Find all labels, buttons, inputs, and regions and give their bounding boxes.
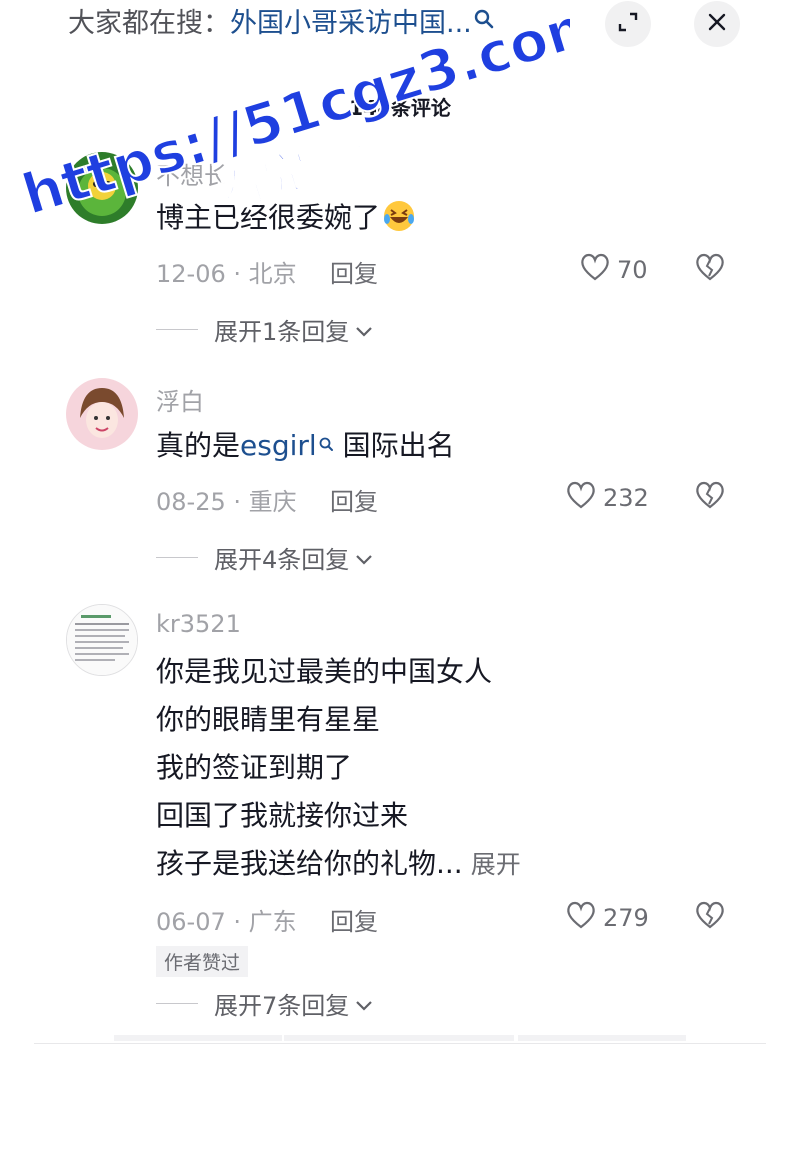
divider <box>156 557 198 558</box>
reply-button[interactable]: 回复 <box>330 902 378 937</box>
like-button[interactable]: 70 <box>579 252 648 288</box>
bottom-tab-hint <box>284 1035 514 1041</box>
comment-line-text: 孩子是我送给你的礼物... <box>156 847 463 880</box>
expand-replies-label: 展开1条回复 <box>214 318 350 346</box>
comment-line: 真的是esgirl 国际出名 <box>156 422 455 470</box>
comment-text-before: 真的是 <box>156 429 241 462</box>
username[interactable]: 不想长 <box>156 156 228 191</box>
comment-line: 你的眼睛里有星星 <box>156 703 381 736</box>
dislike-button[interactable] <box>694 900 726 934</box>
username[interactable]: 浮白 <box>156 382 204 417</box>
divider <box>156 1003 198 1004</box>
comment-line: 博主已经很委婉了 <box>156 194 416 248</box>
laughing-crying-emoji-icon <box>382 199 416 248</box>
date-location: 12-06 · 北京 <box>156 260 297 288</box>
comment-line-text: 博主已经很委婉了 <box>156 201 381 234</box>
close-icon <box>707 12 727 36</box>
dislike-button[interactable] <box>694 480 726 514</box>
like-count: 279 <box>603 904 649 932</box>
comment-count: 148条评论 <box>349 96 451 120</box>
search-icon <box>474 6 494 42</box>
date-location: 08-25 · 重庆 <box>156 488 297 516</box>
top-bar: 大家都在搜：外国小哥采访中国... <box>34 0 766 48</box>
like-button[interactable]: 232 <box>565 480 649 516</box>
expand-replies-button[interactable]: 展开1条回复 <box>156 312 373 347</box>
like-button[interactable]: 279 <box>565 900 649 936</box>
comment-line: 我的签证到期了 <box>156 751 353 784</box>
search-suggestion[interactable]: 大家都在搜：外国小哥采访中国... <box>68 6 494 42</box>
expand-replies-button[interactable]: 展开4条回复 <box>156 540 373 575</box>
expand-button[interactable] <box>605 1 651 47</box>
comments-panel: 大家都在搜：外国小哥采访中国... 148条评论 不想长 博主已经很委婉了 12… <box>34 0 766 1044</box>
author-liked-badge: 作者赞过 <box>156 946 249 977</box>
comment-text-after: 国际出名 <box>333 429 455 462</box>
close-button[interactable] <box>694 1 740 47</box>
like-count: 232 <box>603 484 649 512</box>
dislike-button[interactable] <box>694 252 726 286</box>
chevron-down-icon <box>349 316 373 344</box>
chevron-down-icon <box>349 990 373 1018</box>
bottom-tab-hint <box>114 1035 282 1041</box>
comment-text: 你是我见过最美的中国女人 你的眼睛里有星星 我的签证到期了 回国了我就接你过来 … <box>156 648 521 889</box>
username[interactable]: kr3521 <box>156 610 241 638</box>
avatar[interactable] <box>66 604 138 676</box>
avatar[interactable] <box>66 378 138 450</box>
comment-line: 孩子是我送给你的礼物... 展开 <box>156 840 521 889</box>
date-location: 06-07 · 广东 <box>156 908 297 936</box>
heart-icon <box>565 480 603 516</box>
avatar[interactable] <box>66 152 138 224</box>
broken-heart-icon <box>694 901 726 934</box>
bottom-tab-hint <box>518 1035 686 1041</box>
comment-line: 你是我见过最美的中国女人 <box>156 655 493 688</box>
reply-button[interactable]: 回复 <box>330 254 378 289</box>
chevron-down-icon <box>349 544 373 572</box>
expand-replies-label: 展开7条回复 <box>214 992 350 1020</box>
comment-text: 博主已经很委婉了 <box>156 194 416 248</box>
like-count: 70 <box>617 256 648 284</box>
search-suggestion-prefix: 大家都在搜： <box>68 8 230 39</box>
search-suggestion-query[interactable]: 外国小哥采访中国... <box>230 8 472 39</box>
expand-icon <box>617 11 639 37</box>
expand-replies-label: 展开4条回复 <box>214 546 350 574</box>
heart-icon <box>565 900 603 936</box>
expand-text-button[interactable]: 展开 <box>471 850 521 879</box>
heart-icon <box>579 252 617 288</box>
expand-replies-button[interactable]: 展开7条回复 <box>156 986 373 1021</box>
comment-text: 真的是esgirl 国际出名 <box>156 422 455 470</box>
comment-line: 回国了我就接你过来 <box>156 799 409 832</box>
broken-heart-icon <box>694 253 726 286</box>
reply-button[interactable]: 回复 <box>330 482 378 517</box>
search-icon <box>318 422 334 470</box>
broken-heart-icon <box>694 481 726 514</box>
divider <box>156 329 198 330</box>
keyword-link[interactable]: esgirl <box>240 429 317 462</box>
